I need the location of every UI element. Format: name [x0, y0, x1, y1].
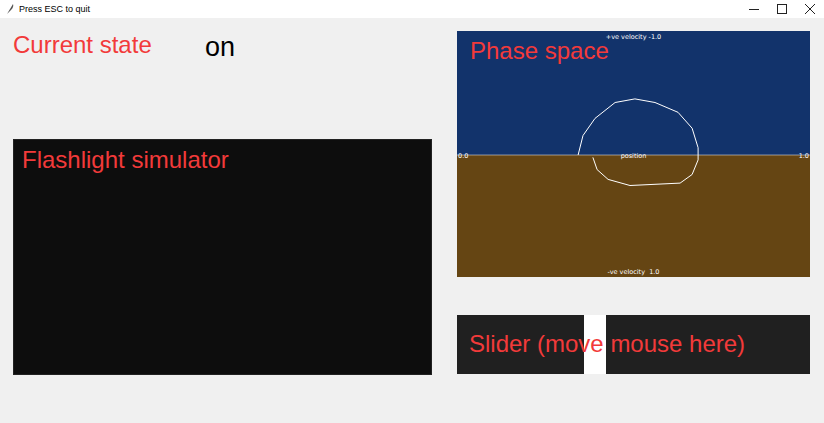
- trajectory-line: [578, 99, 698, 186]
- state-label: Current state: [13, 31, 205, 60]
- state-row: Current state on: [13, 18, 432, 139]
- x-max-label: 1.0: [799, 152, 809, 160]
- flashlight-panel: Flashlight simulator: [13, 139, 432, 375]
- slider[interactable]: Slider (move mouse here): [457, 315, 810, 374]
- negative-half: [457, 31, 810, 155]
- top-axis-label: +ve velocity -1.0: [606, 33, 662, 41]
- phase-space-label: Phase space: [470, 37, 609, 66]
- bottom-axis-label: -ve velocity 1.0: [608, 268, 660, 276]
- window-title: Press ESC to quit: [19, 4, 90, 14]
- x-min-label: 0.0: [458, 152, 468, 160]
- close-icon: [805, 4, 815, 14]
- left-column: Current state on Flashlight simulator: [13, 18, 432, 375]
- maximize-button[interactable]: [768, 0, 796, 18]
- x-axis-label: position: [621, 152, 647, 160]
- content: Current state on Flashlight simulator +v…: [0, 18, 824, 375]
- phase-space-panel: +ve velocity -1.0 0.0 position 1.0 -ve veloc…: [457, 31, 810, 277]
- right-column: +ve velocity -1.0 0.0 position 1.0 -ve veloc…: [457, 18, 810, 375]
- close-button[interactable]: [796, 0, 824, 18]
- minimize-icon: [749, 4, 759, 14]
- slider-label: Slider (move mouse here): [469, 330, 745, 359]
- flashlight-label: Flashlight simulator: [22, 146, 229, 175]
- state-value: on: [205, 31, 235, 63]
- maximize-icon: [777, 4, 787, 14]
- feather-icon: [5, 3, 15, 15]
- minimize-button[interactable]: [740, 0, 768, 18]
- phase-space-chart: +ve velocity -1.0 0.0 position 1.0 -ve veloc…: [457, 31, 810, 277]
- app-window: Press ESC to quit Current state on Flash…: [0, 0, 824, 423]
- title-bar: Press ESC to quit: [0, 0, 824, 18]
- positive-half: [457, 155, 810, 277]
